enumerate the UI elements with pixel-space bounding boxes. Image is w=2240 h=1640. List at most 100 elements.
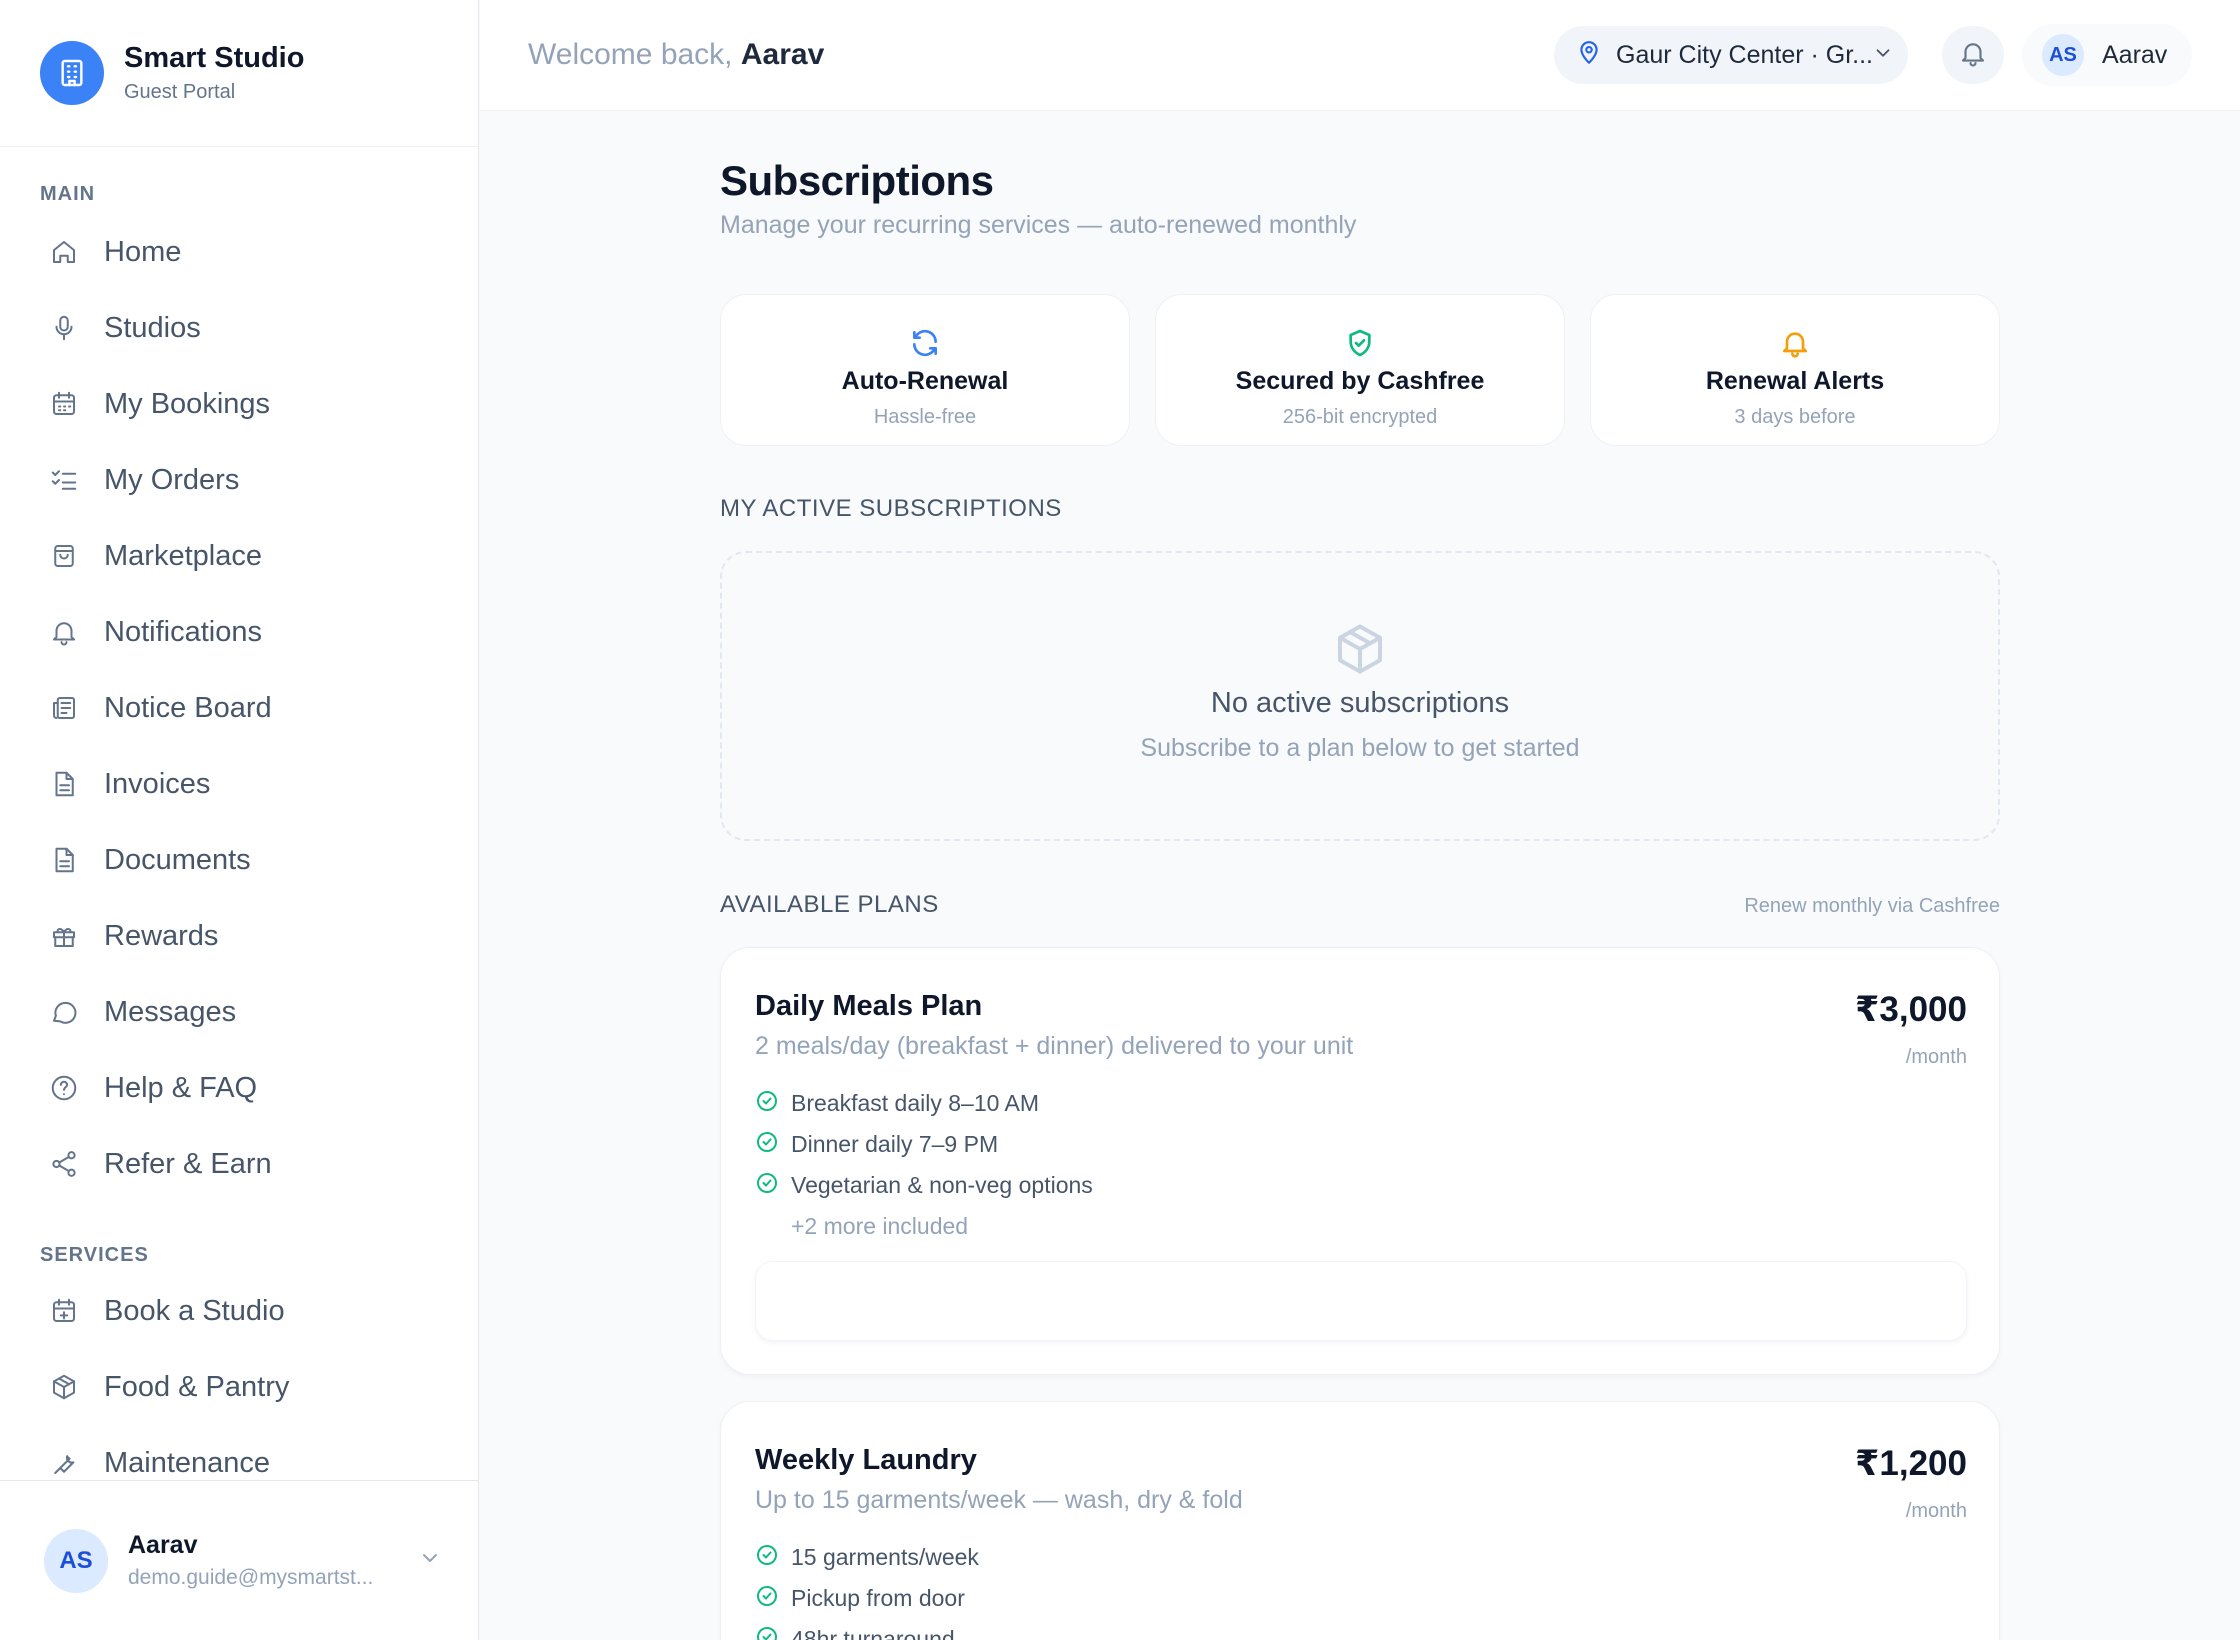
document-icon	[48, 844, 80, 876]
chevron-down-icon	[1872, 42, 1894, 69]
wrench-icon	[48, 1447, 80, 1479]
sidebar-item-label: Food & Pantry	[104, 1370, 290, 1403]
sidebar-item-label: My Bookings	[104, 387, 271, 420]
sidebar-item-label: Notice Board	[104, 691, 272, 724]
nav-section-services: SERVICES	[40, 1244, 149, 1266]
sidebar-item-label: Refer & Earn	[104, 1147, 272, 1180]
sidebar-item-documents[interactable]: Documents	[0, 822, 478, 898]
plan-price: ₹1,200	[1855, 1444, 1967, 1483]
bell-icon	[1958, 38, 1988, 73]
sidebar-item-label: Messages	[104, 995, 237, 1028]
sidebar-item-invoices[interactable]: Invoices	[0, 746, 478, 822]
sidebar-item-notice-board[interactable]: Notice Board	[0, 670, 478, 746]
package-icon	[722, 619, 1998, 679]
check-circle-icon	[755, 1130, 779, 1159]
sidebar-item-label: Documents	[104, 843, 251, 876]
sidebar-item-label: Home	[104, 235, 182, 268]
sidebar-item-refer-earn[interactable]: Refer & Earn	[0, 1126, 478, 1202]
welcome-prefix: Welcome back,	[528, 38, 733, 71]
feature-card-renewal-alerts: Renewal Alerts 3 days before	[1590, 294, 2000, 446]
sidebar-item-studios[interactable]: Studios	[0, 290, 478, 366]
sidebar: Smart Studio Guest Portal MAIN Home Stud…	[0, 0, 479, 1640]
plan-period: /month	[1905, 1500, 1967, 1522]
plan-feature-list: 15 garments/week Pickup from door 48hr t…	[755, 1537, 979, 1640]
sidebar-item-home[interactable]: Home	[0, 214, 478, 290]
list-item: Pickup from door	[755, 1578, 979, 1619]
active-subscriptions-heading: MY ACTIVE SUBSCRIPTIONS	[720, 495, 1062, 522]
check-circle-icon	[755, 1543, 779, 1572]
plan-feature: Pickup from door	[791, 1585, 965, 1611]
feature-subtitle: 256-bit encrypted	[1282, 406, 1438, 428]
sidebar-item-my-orders[interactable]: My Orders	[0, 442, 478, 518]
chat-icon	[48, 996, 80, 1028]
check-circle-icon	[755, 1625, 779, 1640]
brand-subtitle: Guest Portal	[124, 81, 236, 103]
package-icon	[48, 1371, 80, 1403]
feature-subtitle: 3 days before	[1734, 406, 1856, 428]
calendar-icon	[48, 388, 80, 420]
location-selector[interactable]: Gaur City Center · Gr...	[1554, 26, 1908, 84]
plan-name: Weekly Laundry	[755, 1444, 977, 1476]
sidebar-item-help-faq[interactable]: Help & FAQ	[0, 1050, 478, 1126]
list-item: 48hr turnaround	[755, 1619, 979, 1640]
plan-description: 2 meals/day (breakfast + dinner) deliver…	[755, 1032, 1354, 1060]
empty-title: No active subscriptions	[1210, 687, 1510, 719]
sidebar-item-label: Marketplace	[104, 539, 262, 572]
avatar: AS	[2042, 34, 2084, 76]
welcome-name: Aarav	[740, 38, 825, 71]
plan-price: ₹3,000	[1855, 990, 1967, 1029]
brand-name: Smart Studio	[124, 42, 305, 74]
sidebar-item-label: Book a Studio	[104, 1294, 285, 1327]
plan-feature: Vegetarian & non-veg options	[791, 1172, 1093, 1198]
feature-subtitle: Hassle-free	[873, 406, 977, 428]
list-item: Breakfast daily 8–10 AM	[755, 1083, 1093, 1124]
avatar: AS	[44, 1528, 108, 1593]
sidebar-item-rewards[interactable]: Rewards	[0, 898, 478, 974]
sidebar-user-menu[interactable]: AS Aarav demo.guide@mysmartst...	[0, 1480, 478, 1640]
newspaper-icon	[48, 692, 80, 724]
plan-feature-list: Breakfast daily 8–10 AM Dinner daily 7–9…	[755, 1083, 1093, 1247]
subscribe-button[interactable]	[755, 1261, 1967, 1341]
shield-check-icon	[1156, 327, 1564, 361]
plan-card-daily-meals: Daily Meals Plan 2 meals/day (breakfast …	[720, 947, 2000, 1375]
gift-icon	[48, 920, 80, 952]
brand[interactable]: Smart Studio Guest Portal	[0, 0, 478, 147]
user-name: Aarav	[128, 1531, 198, 1559]
list-item: 15 garments/week	[755, 1537, 979, 1578]
top-header: Welcome back, Aarav Gaur City Center · G…	[480, 0, 2240, 111]
sidebar-item-label: Invoices	[104, 767, 211, 800]
sidebar-item-food-pantry[interactable]: Food & Pantry	[0, 1349, 478, 1425]
page-subtitle: Manage your recurring services — auto-re…	[720, 211, 1357, 239]
feature-title: Renewal Alerts	[1705, 367, 1885, 395]
sidebar-item-marketplace[interactable]: Marketplace	[0, 518, 478, 594]
sidebar-item-my-bookings[interactable]: My Bookings	[0, 366, 478, 442]
help-circle-icon	[48, 1072, 80, 1104]
location-label: Gaur City Center · Gr...	[1616, 40, 1872, 69]
sidebar-item-notifications[interactable]: Notifications	[0, 594, 478, 670]
empty-subtitle: Subscribe to a plan below to get started	[1140, 734, 1580, 762]
notifications-button[interactable]	[1942, 26, 2004, 84]
check-circle-icon	[755, 1171, 779, 1200]
chevron-down-icon	[418, 1546, 442, 1575]
plan-description: Up to 15 garments/week — wash, dry & fol…	[755, 1486, 1243, 1514]
plan-feature: Breakfast daily 8–10 AM	[791, 1090, 1040, 1116]
check-circle-icon	[755, 1089, 779, 1118]
plan-feature: 15 garments/week	[791, 1544, 979, 1570]
user-menu-button[interactable]: AS Aarav	[2022, 24, 2192, 86]
shopping-bag-icon	[48, 540, 80, 572]
map-pin-icon	[1576, 40, 1602, 71]
sidebar-item-book-a-studio[interactable]: Book a Studio	[0, 1273, 478, 1349]
plan-feature: Dinner daily 7–9 PM	[791, 1131, 999, 1157]
feature-title: Secured by Cashfree	[1235, 367, 1485, 395]
document-icon	[48, 768, 80, 800]
calendar-plus-icon	[48, 1295, 80, 1327]
plan-feature: 48hr turnaround	[791, 1626, 955, 1640]
home-icon	[48, 236, 80, 268]
sidebar-item-label: Rewards	[104, 919, 219, 952]
plan-card-weekly-laundry: Weekly Laundry Up to 15 garments/week — …	[720, 1401, 2000, 1640]
checklist-icon	[48, 464, 80, 496]
bell-icon	[1591, 327, 1999, 361]
sidebar-item-messages[interactable]: Messages	[0, 974, 478, 1050]
share-icon	[48, 1148, 80, 1180]
microphone-icon	[48, 312, 80, 344]
